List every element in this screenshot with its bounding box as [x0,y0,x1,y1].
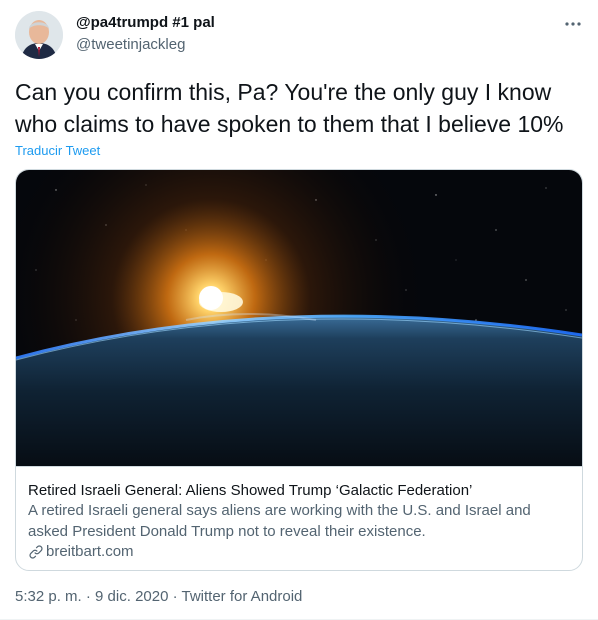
tweet-text: Can you confirm this, Pa? You're the onl… [15,79,564,137]
link-card[interactable]: Retired Israeli General: Aliens Showed T… [15,169,583,571]
card-divider [16,466,582,467]
card-description: A retired Israeli general says aliens ar… [28,502,531,540]
more-dots-icon [565,22,581,26]
translate-tweet-link[interactable]: Traducir Tweet [15,143,100,158]
tweet-meta: 5:32 p. m. · 9 dic. 2020 · Twitter for A… [15,588,302,605]
avatar[interactable] [15,11,63,59]
meta-separator: · [81,588,96,605]
author-display-name[interactable]: @pa4trumpd #1 pal [76,14,215,31]
tweet-date[interactable]: 9 dic. 2020 [95,588,168,605]
meta-separator: · [168,588,182,605]
card-title[interactable]: Retired Israeli General: Aliens Showed T… [28,482,472,499]
link-icon [29,544,43,559]
tweet-time[interactable]: 5:32 p. m. [15,588,82,605]
card-image-earth-sunrise [16,170,582,466]
avatar-image [15,11,63,59]
tweet: @pa4trumpd #1 pal @tweetinjackleg Can yo… [0,0,598,620]
author-handle[interactable]: @tweetinjackleg [76,36,185,53]
tweet-source[interactable]: Twitter for Android [182,588,303,605]
more-options-button[interactable] [560,14,586,34]
card-domain-text: breitbart.com [46,543,134,560]
card-domain[interactable]: breitbart.com [28,543,134,560]
